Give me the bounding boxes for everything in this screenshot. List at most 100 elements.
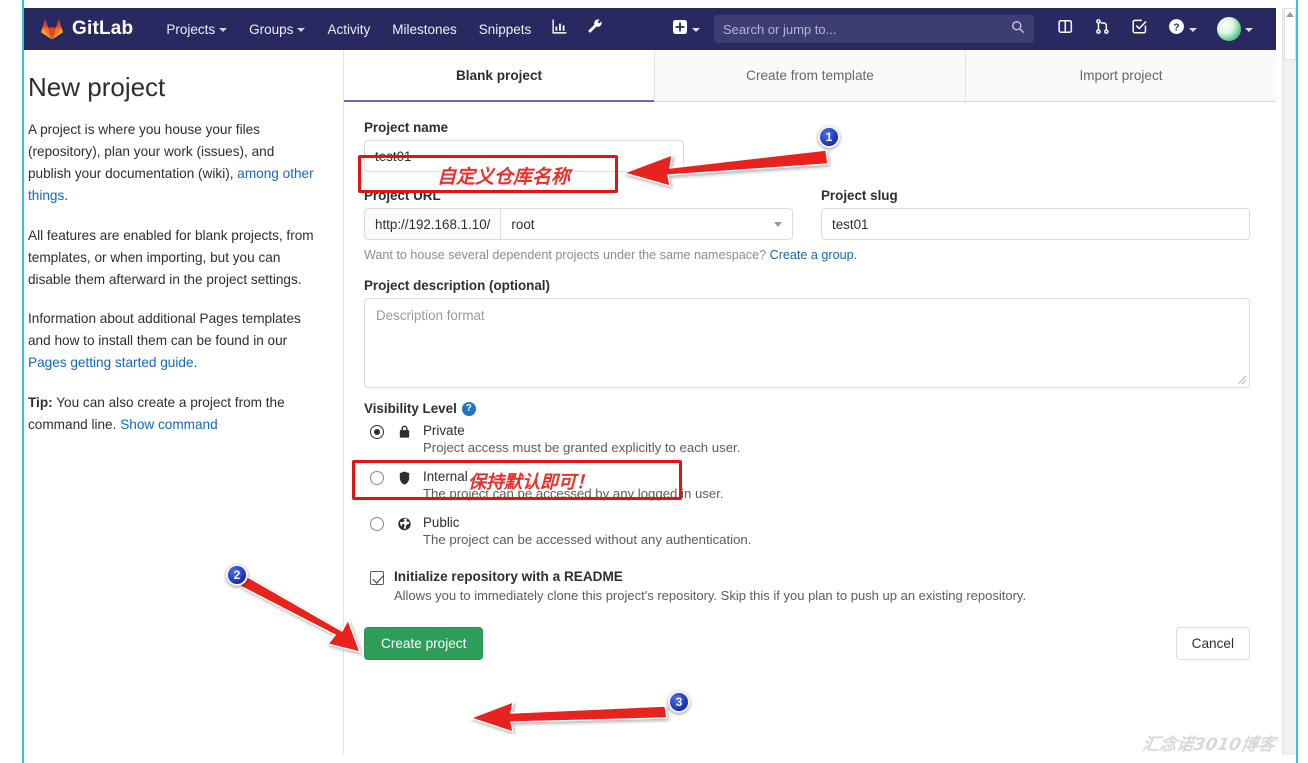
browser-window: GitLab Projects Groups Activity Mileston…	[0, 0, 1308, 763]
wrench-icon	[586, 18, 603, 40]
project-name-input[interactable]: test01	[364, 140, 684, 172]
search-placeholder: Search or jump to...	[723, 21, 837, 37]
intro-p3-text: Information about additional Pages templ…	[28, 311, 301, 349]
project-url-group: http://192.168.1.10/ root	[364, 208, 793, 240]
project-description-placeholder: Description format	[376, 308, 485, 323]
namespace-select-value: root	[511, 216, 535, 232]
visibility-option-private[interactable]: Private Project access must be granted e…	[364, 423, 1250, 455]
page-scrollbar[interactable]	[1282, 8, 1296, 755]
visibility-public-name: Public	[423, 515, 460, 530]
search-icon	[1011, 20, 1025, 39]
project-url-label: Project URL	[364, 188, 441, 203]
nav-snippets[interactable]: Snippets	[468, 16, 543, 43]
new-item-button[interactable]	[666, 14, 706, 45]
visibility-internal-desc: The project can be accessed by any logge…	[423, 486, 724, 501]
globe-icon	[397, 516, 414, 537]
project-url-prefix: http://192.168.1.10/	[364, 208, 501, 240]
tab-import-project-label: Import project	[1079, 68, 1163, 83]
tab-blank-project-label: Blank project	[455, 68, 543, 83]
tab-blank-project[interactable]: Blank project	[344, 50, 655, 102]
issue-boards-button[interactable]	[1048, 13, 1083, 45]
project-slug-label: Project slug	[821, 188, 898, 203]
main-nav-links: Projects Groups Activity Milestones Snip…	[155, 12, 612, 46]
tab-create-from-template[interactable]: Create from template	[655, 50, 966, 101]
shield-icon	[397, 470, 414, 491]
merge-requests-button[interactable]	[1085, 13, 1120, 45]
nav-admin-button[interactable]	[577, 12, 612, 46]
chevron-down-icon	[692, 28, 700, 32]
namespace-select[interactable]: root	[500, 208, 793, 240]
project-description-textarea[interactable]: Description format	[364, 298, 1250, 388]
help-question-icon: ?	[1168, 18, 1185, 40]
plus-square-icon	[672, 19, 688, 40]
visibility-private-block: Private Project access must be granted e…	[423, 423, 740, 455]
help-question-icon[interactable]: ?	[461, 401, 476, 416]
intro-paragraph-3: Information about additional Pages templ…	[28, 308, 315, 374]
visibility-public-desc: The project can be accessed without any …	[423, 532, 752, 547]
visibility-public-block: Public The project can be accessed witho…	[423, 515, 751, 547]
visibility-private-name: Private	[423, 423, 465, 438]
nav-projects-label: Projects	[166, 21, 216, 37]
nav-analytics-button[interactable]	[542, 12, 577, 46]
radio-internal[interactable]	[370, 471, 384, 485]
nav-projects[interactable]: Projects	[155, 16, 238, 43]
chevron-down-icon	[1189, 28, 1197, 32]
intro-p1-period: .	[64, 188, 69, 204]
visibility-internal-block: Internal The project can be accessed by …	[423, 469, 724, 501]
gitlab-brand[interactable]: GitLab	[40, 17, 133, 41]
readme-label: Initialize repository with a README	[394, 569, 623, 584]
create-project-button[interactable]: Create project	[364, 627, 484, 660]
nav-activity[interactable]: Activity	[316, 16, 381, 43]
issues-board-icon	[1057, 18, 1074, 40]
nav-groups-label: Groups	[249, 21, 294, 37]
tab-import-project[interactable]: Import project	[966, 50, 1276, 101]
page-title: New project	[28, 72, 166, 102]
resize-grip-icon[interactable]	[1238, 376, 1246, 384]
show-command-link[interactable]: Show command	[120, 417, 217, 432]
nav-milestones[interactable]: Milestones	[381, 16, 468, 43]
help-button[interactable]: ?	[1159, 13, 1206, 45]
create-a-group-link[interactable]: Create a group.	[770, 248, 858, 262]
visibility-internal-name: Internal	[423, 469, 468, 484]
new-project-main: Blank project Create from template Impor…	[344, 50, 1276, 755]
pages-guide-link[interactable]: Pages getting started guide	[28, 355, 194, 370]
radio-public[interactable]	[370, 517, 384, 531]
cancel-button[interactable]: Cancel	[1175, 627, 1250, 660]
merge-request-icon	[1094, 18, 1111, 40]
project-slug-input[interactable]: test01	[821, 208, 1250, 240]
svg-text:?: ?	[1173, 22, 1179, 33]
gitlab-brand-text: GitLab	[72, 18, 134, 39]
nav-snippets-label: Snippets	[478, 21, 532, 37]
initialize-readme-row[interactable]: Initialize repository with a README Allo…	[364, 569, 1250, 603]
blank-project-form: Project name test01 Project URL http://1…	[344, 102, 1276, 660]
namespace-helper: Want to house several dependent projects…	[364, 248, 1250, 262]
lock-icon	[397, 424, 414, 445]
todos-button[interactable]	[1122, 13, 1157, 45]
radio-private[interactable]	[370, 425, 384, 439]
visibility-option-public[interactable]: Public The project can be accessed witho…	[364, 515, 1250, 547]
nav-groups[interactable]: Groups	[238, 16, 316, 43]
project-url-column: Project URL http://192.168.1.10/ root	[364, 188, 793, 240]
gitlab-logo-icon	[40, 17, 64, 41]
tip-label: Tip:	[28, 394, 53, 410]
chevron-up-icon[interactable]	[1286, 12, 1294, 17]
project-description-label: Project description (optional)	[364, 278, 550, 293]
chevron-down-icon	[1245, 28, 1253, 32]
project-name-value: test01	[375, 148, 412, 164]
top-navigation-bar: GitLab Projects Groups Activity Mileston…	[24, 8, 1276, 50]
readme-checkbox[interactable]	[370, 571, 384, 585]
project-type-tabs: Blank project Create from template Impor…	[344, 50, 1276, 102]
search-input[interactable]: Search or jump to...	[714, 15, 1034, 43]
intro-paragraph-2: All features are enabled for blank proje…	[28, 227, 314, 287]
visibility-option-internal[interactable]: Internal The project can be accessed by …	[364, 469, 1250, 501]
avatar	[1217, 17, 1241, 41]
intro-paragraph-tip: Tip: You can also create a project from …	[28, 392, 315, 436]
chevron-down-icon	[297, 28, 306, 32]
visibility-private-desc: Project access must be granted explicitl…	[423, 440, 741, 455]
intro-p3-period: .	[193, 355, 198, 371]
readme-text-block: Initialize repository with a README Allo…	[394, 569, 1026, 603]
nav-milestones-label: Milestones	[392, 21, 457, 37]
chevron-down-icon	[219, 28, 228, 32]
navbar-right-group: Search or jump to... ?	[666, 12, 1262, 46]
user-menu-button[interactable]	[1208, 12, 1262, 46]
